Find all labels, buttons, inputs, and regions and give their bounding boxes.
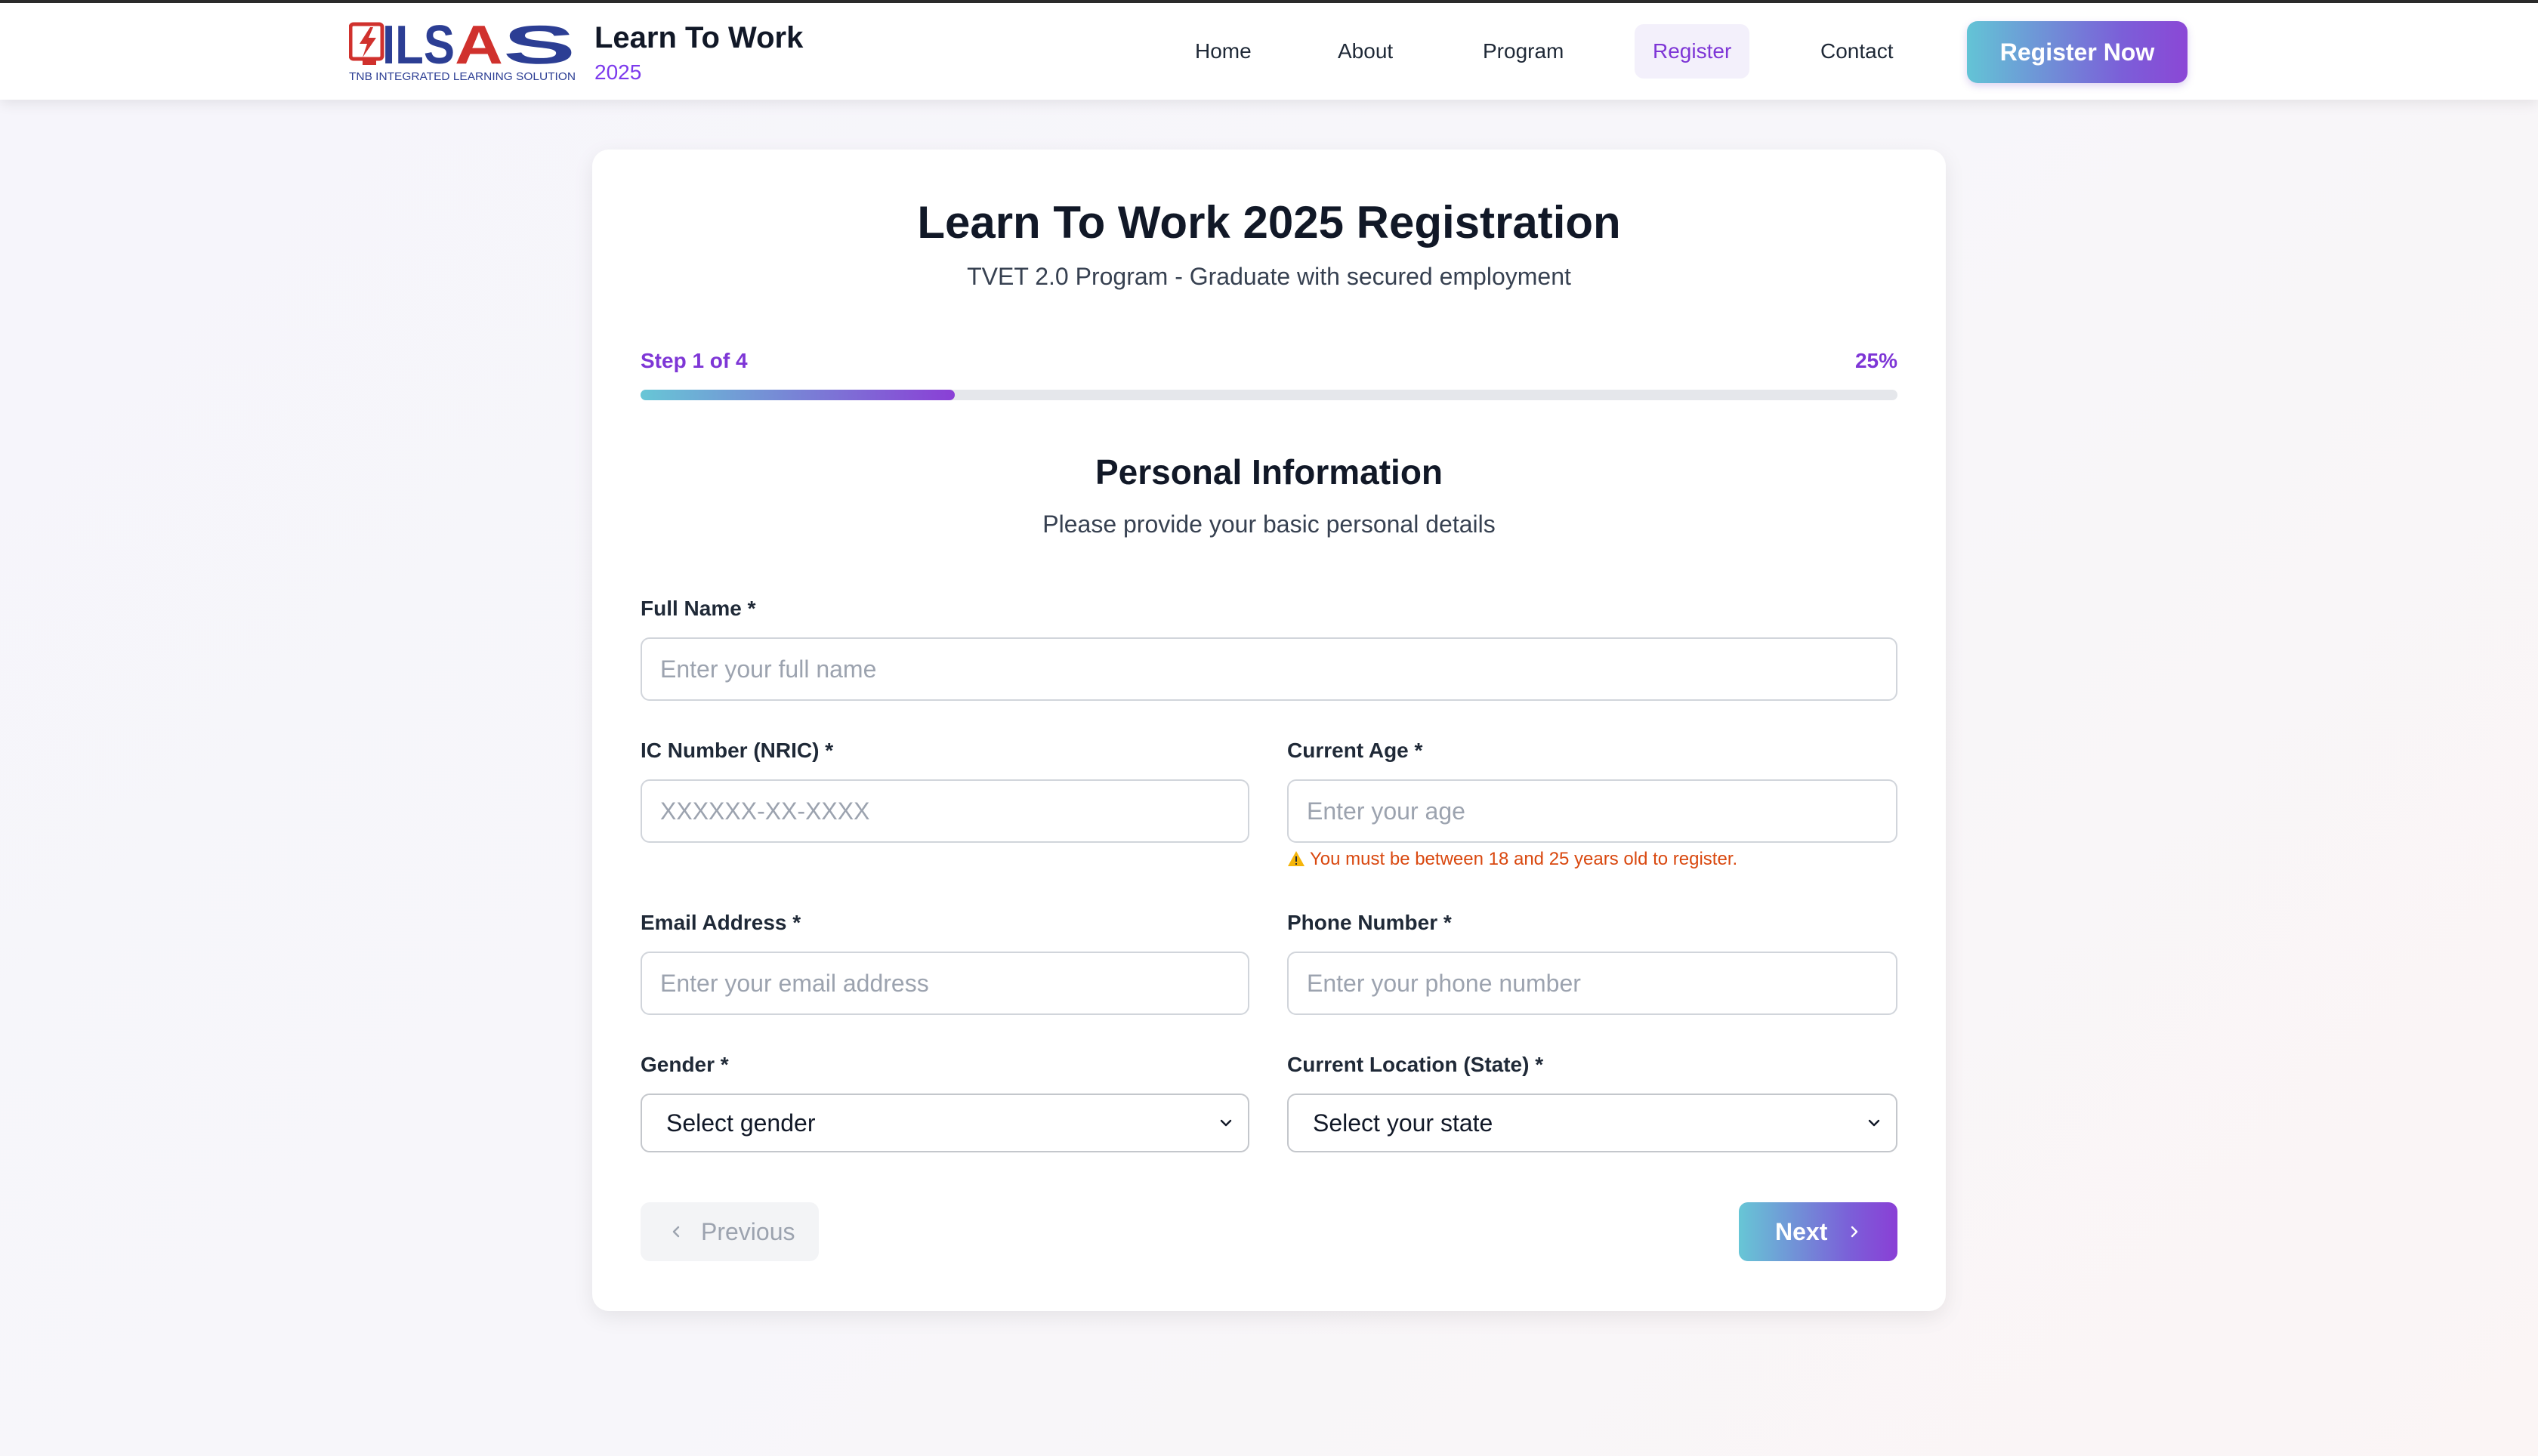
site-header: ILS A S TNB INTEGRATED LEARNING SOLUTION… [0,3,2538,100]
register-now-button[interactable]: Register Now [1967,21,2188,83]
state-select-value: Select your state [1313,1109,1493,1137]
section-subtitle: Please provide your basic personal detai… [1042,511,1496,538]
chevron-right-icon [1851,1226,1858,1238]
brand-title[interactable]: Learn To Work [594,21,803,55]
previous-button[interactable]: Previous [641,1202,819,1261]
ic-number-label: IC Number (NRIC) * [641,739,834,762]
chevron-left-icon [672,1226,680,1238]
svg-text:S: S [503,18,576,76]
next-button-label: Next [1775,1218,1828,1245]
logo-wordmark-left: ILS [382,18,455,76]
nav-register[interactable]: Register [1635,24,1750,79]
age-warning-text: You must be between 18 and 25 years old … [1310,849,1738,869]
registration-card: Learn To Work 2025 Registration TVET 2.0… [592,150,1946,1311]
page-title: Learn To Work 2025 Registration [917,197,1621,248]
email-label: Email Address * [641,911,801,934]
state-select[interactable]: Select your state [1287,1094,1897,1152]
page-subtitle: TVET 2.0 Program - Graduate with secured… [967,263,1571,290]
gender-select-value: Select gender [666,1109,816,1137]
gender-select[interactable]: Select gender [641,1094,1249,1152]
ic-number-input[interactable] [641,779,1249,843]
logo-tagline: TNB INTEGRATED LEARNING SOLUTION [349,70,576,83]
chevron-down-icon [1220,1119,1232,1127]
progress-bar [641,390,1897,400]
age-warning: You must be between 18 and 25 years old … [1287,849,1737,870]
nav-home[interactable]: Home [1177,24,1270,79]
step-indicator: Step 1 of 4 [641,349,748,372]
nav-about[interactable]: About [1320,24,1411,79]
lightning-bolt-icon: ILS A S TNB INTEGRATED LEARNING SOLUTION [348,15,576,83]
phone-input[interactable] [1287,952,1897,1015]
ilsas-logo[interactable]: ILS A S TNB INTEGRATED LEARNING SOLUTION [348,15,579,86]
brand-year: 2025 [594,60,642,84]
nav-program[interactable]: Program [1465,24,1582,79]
svg-text:A: A [455,18,503,76]
next-button[interactable]: Next [1739,1202,1897,1261]
previous-button-label: Previous [701,1218,795,1245]
nav-contact[interactable]: Contact [1802,24,1912,79]
state-label: Current Location (State) * [1287,1053,1544,1076]
full-name-input[interactable] [641,637,1897,701]
phone-label: Phone Number * [1287,911,1452,934]
age-label: Current Age * [1287,739,1423,762]
warning-icon [1288,851,1305,866]
progress-bar-fill [641,390,955,400]
chevron-down-icon [1868,1119,1880,1127]
email-input[interactable] [641,952,1249,1015]
progress-percent: 25% [1854,349,1897,372]
gender-label: Gender * [641,1053,729,1076]
section-title: Personal Information [1095,452,1443,492]
age-input[interactable] [1287,779,1897,843]
full-name-label: Full Name * [641,597,756,620]
